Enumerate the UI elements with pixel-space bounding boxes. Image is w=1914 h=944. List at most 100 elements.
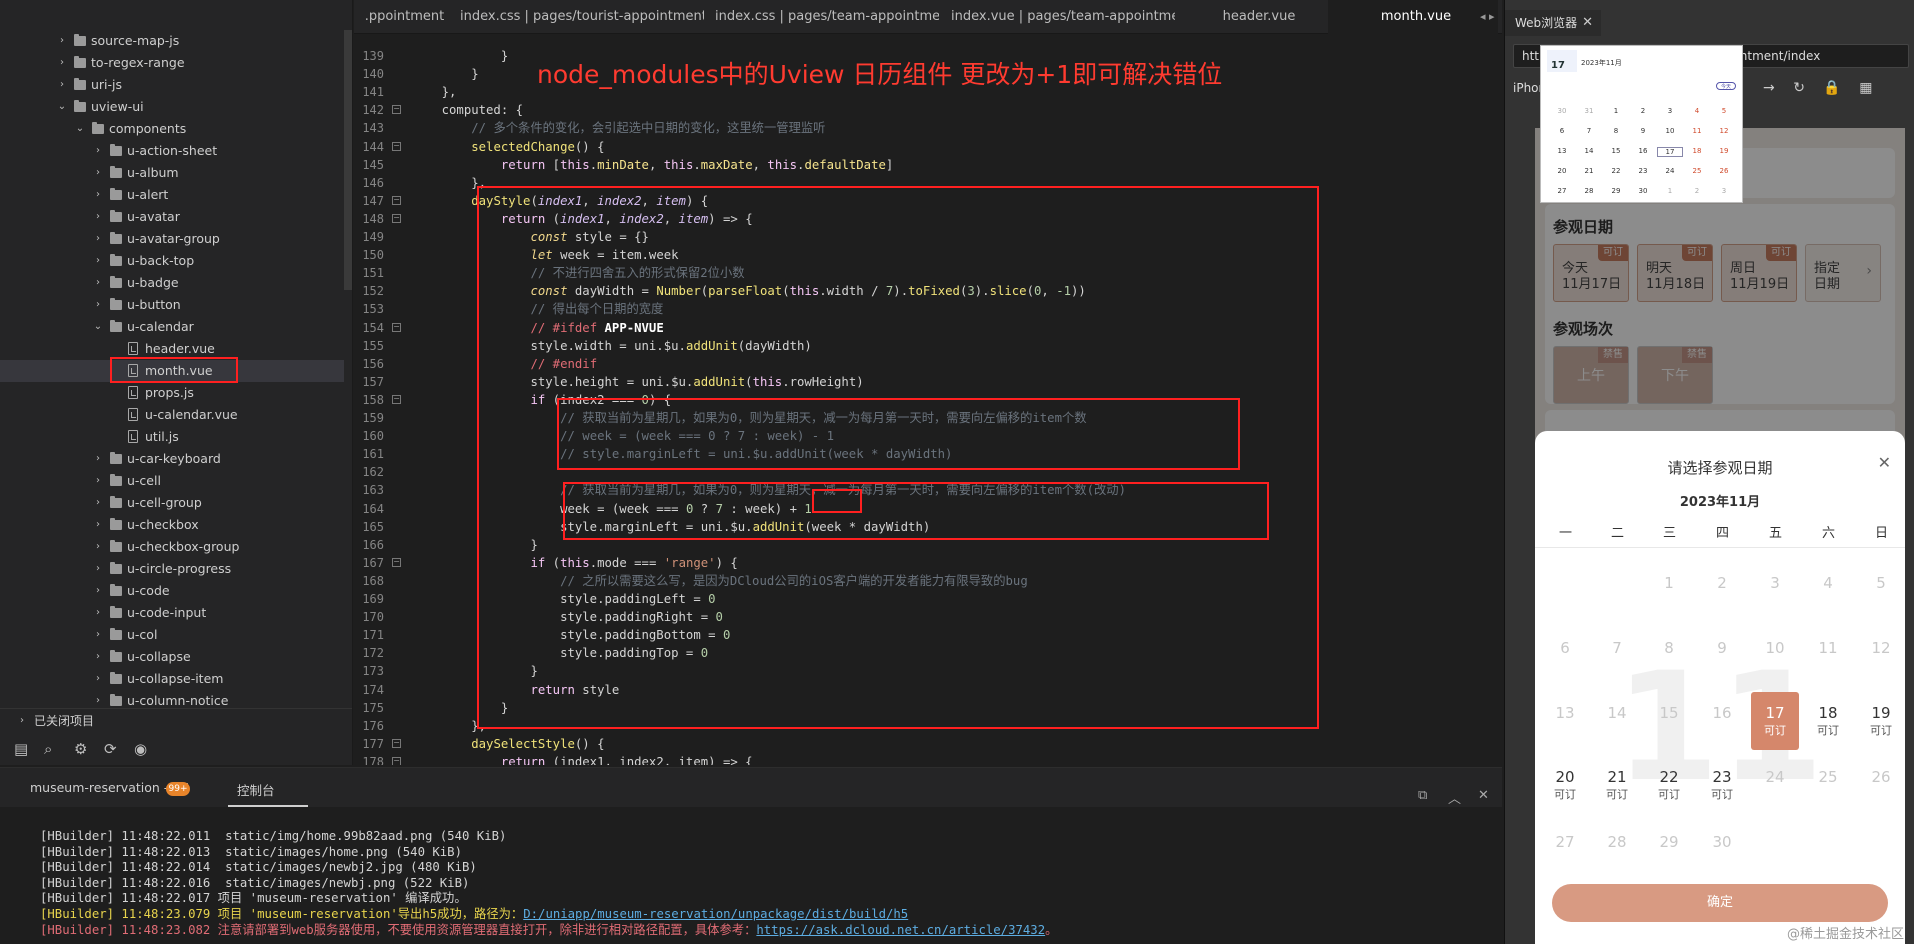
lock-icon[interactable]: 🔒 [1823, 80, 1840, 96]
calendar-day[interactable]: 22 可订 [1645, 756, 1693, 814]
calendar-day[interactable]: 21 可订 [1593, 756, 1641, 814]
tree-item[interactable]: › u-action-sheet [0, 140, 344, 162]
fold-icon[interactable]: − [392, 322, 401, 332]
chevron-right-icon[interactable]: › [92, 514, 104, 536]
refresh-icon[interactable]: ↻ [1793, 80, 1805, 96]
tree-item[interactable]: › u-cell [0, 470, 344, 492]
tree-item[interactable]: › u-checkbox [0, 514, 344, 536]
chevron-right-icon[interactable]: › [92, 206, 104, 228]
sync-icon[interactable]: ⟳ [104, 740, 117, 758]
chevron-right-icon[interactable]: › [92, 668, 104, 690]
tree-item[interactable]: › u-avatar [0, 206, 344, 228]
tab-scroll-arrows[interactable]: ◂ ▸ [1480, 0, 1495, 34]
tree-item[interactable]: util.js [0, 426, 344, 448]
tree-item[interactable]: › u-circle-progress [0, 558, 344, 580]
tree-item[interactable]: › u-code [0, 580, 344, 602]
chevron-right-icon[interactable]: › [92, 536, 104, 558]
chevron-right-icon[interactable]: › [92, 580, 104, 602]
tree-item[interactable]: › u-badge [0, 272, 344, 294]
calendar-day[interactable]: 18 可订 [1804, 692, 1852, 750]
fold-icon[interactable]: − [392, 195, 401, 205]
tree-item[interactable]: › u-cell-group [0, 492, 344, 514]
log-link[interactable]: https://ask.dcloud.net.cn/article/37432 [756, 923, 1045, 937]
chevron-right-icon[interactable]: › [92, 140, 104, 162]
chevron-down-icon[interactable]: ⌄ [56, 96, 68, 118]
closed-projects-section[interactable]: › 已关闭项目 [0, 708, 352, 732]
settings-icon[interactable]: ⚙ [74, 740, 87, 758]
tree-item[interactable]: › u-collapse-item [0, 668, 344, 690]
chevron-right-icon[interactable]: › [92, 646, 104, 668]
close-icon[interactable]: ✕ [1582, 10, 1593, 36]
tree-item[interactable]: › u-col [0, 624, 344, 646]
log-link[interactable]: D:/uniapp/museum-reservation/unpackage/d… [523, 907, 908, 921]
close-icon[interactable]: ✕ [1878, 453, 1891, 472]
fold-icon[interactable]: − [392, 213, 401, 223]
chevron-right-icon[interactable]: › [92, 470, 104, 492]
tree-item[interactable]: › u-code-input [0, 602, 344, 624]
fold-icon[interactable]: − [392, 105, 401, 115]
fold-icon[interactable]: − [392, 394, 401, 404]
file-icon[interactable]: ▤ [14, 740, 28, 758]
tab-3[interactable]: index.css | pages/team-appointment [709, 0, 939, 34]
fold-icon[interactable]: − [392, 141, 401, 151]
tree-item[interactable]: ⌄ uview-ui [0, 96, 344, 118]
tree-item[interactable]: › source-map-js [0, 30, 344, 52]
chevron-right-icon[interactable]: › [92, 228, 104, 250]
chevron-right-icon[interactable]: › [92, 448, 104, 470]
close-panel-icon[interactable]: ✕ [1478, 788, 1489, 803]
tree-item[interactable]: › u-car-keyboard [0, 448, 344, 470]
calendar-day[interactable]: 17 可订 [1751, 692, 1799, 750]
tree-item[interactable]: u-calendar.vue [0, 404, 344, 426]
chevron-right-icon[interactable]: › [56, 74, 68, 96]
day-number: 9 [1717, 639, 1727, 657]
tab-4[interactable]: index.vue | pages/team-appointment [945, 0, 1175, 34]
tab-2[interactable]: index.css | pages/tourist-appointment [454, 0, 704, 34]
chevron-right-icon[interactable]: › [56, 30, 68, 52]
tree-item[interactable]: › u-checkbox-group [0, 536, 344, 558]
chevron-right-icon[interactable]: › [92, 624, 104, 646]
tree-item[interactable]: ⌄ u-calendar [0, 316, 344, 338]
qr-icon[interactable]: ▦ [1859, 80, 1872, 96]
chevron-right-icon[interactable]: › [92, 272, 104, 294]
tree-item-label: u-code [127, 583, 170, 598]
sidebar-scrollbar[interactable] [344, 30, 352, 290]
tree-item[interactable]: › uri-js [0, 74, 344, 96]
forward-icon[interactable]: → [1763, 80, 1775, 96]
chevron-down-icon[interactable]: ⌄ [74, 118, 86, 140]
tree-item[interactable]: › u-alert [0, 184, 344, 206]
chevron-right-icon[interactable]: › [92, 184, 104, 206]
chevron-down-icon[interactable]: ⌄ [92, 316, 104, 338]
tree-item[interactable]: › u-button [0, 294, 344, 316]
fold-icon[interactable]: − [392, 557, 401, 567]
calendar-day[interactable]: 20 可订 [1541, 756, 1589, 814]
tab-1[interactable]: .ppointment [354, 0, 449, 34]
calendar-day[interactable]: 23 可订 [1698, 756, 1746, 814]
chevron-right-icon[interactable]: › [56, 52, 68, 74]
calendar-day[interactable]: 19 可订 [1857, 692, 1905, 750]
chevron-right-icon[interactable]: › [92, 294, 104, 316]
chevron-right-icon[interactable]: › [92, 162, 104, 184]
fold-icon[interactable]: − [392, 738, 401, 748]
chevron-right-icon[interactable]: › [92, 250, 104, 272]
chevron-right-icon[interactable]: › [92, 492, 104, 514]
search-icon[interactable]: ⌕ [44, 740, 52, 758]
tab-6[interactable]: month.vue [1328, 0, 1498, 34]
tab-5[interactable]: header.vue [1186, 0, 1326, 34]
fold-icon[interactable]: − [392, 756, 401, 765]
expand-icon[interactable]: ⧉ [1418, 788, 1427, 803]
confirm-button[interactable]: 确定 [1552, 884, 1888, 922]
chevron-up-icon[interactable]: ︿ [1448, 788, 1461, 807]
tree-item[interactable]: ⌄ components [0, 118, 344, 140]
chevron-right-icon[interactable]: › [92, 558, 104, 580]
weekday-label: 日 [1874, 526, 1888, 541]
tree-item[interactable]: › u-back-top [0, 250, 344, 272]
console-tab[interactable]: 控制台 [237, 780, 275, 799]
browser-tab[interactable]: Web浏览器 ✕ [1505, 10, 1601, 36]
tree-item[interactable]: › u-avatar-group [0, 228, 344, 250]
palette-icon[interactable]: ◉ [134, 740, 147, 758]
tree-item[interactable]: › to-regex-range [0, 52, 344, 74]
tree-item[interactable]: › u-collapse [0, 646, 344, 668]
tree-item[interactable]: props.js [0, 382, 344, 404]
tree-item[interactable]: › u-album [0, 162, 344, 184]
chevron-right-icon[interactable]: › [92, 602, 104, 624]
